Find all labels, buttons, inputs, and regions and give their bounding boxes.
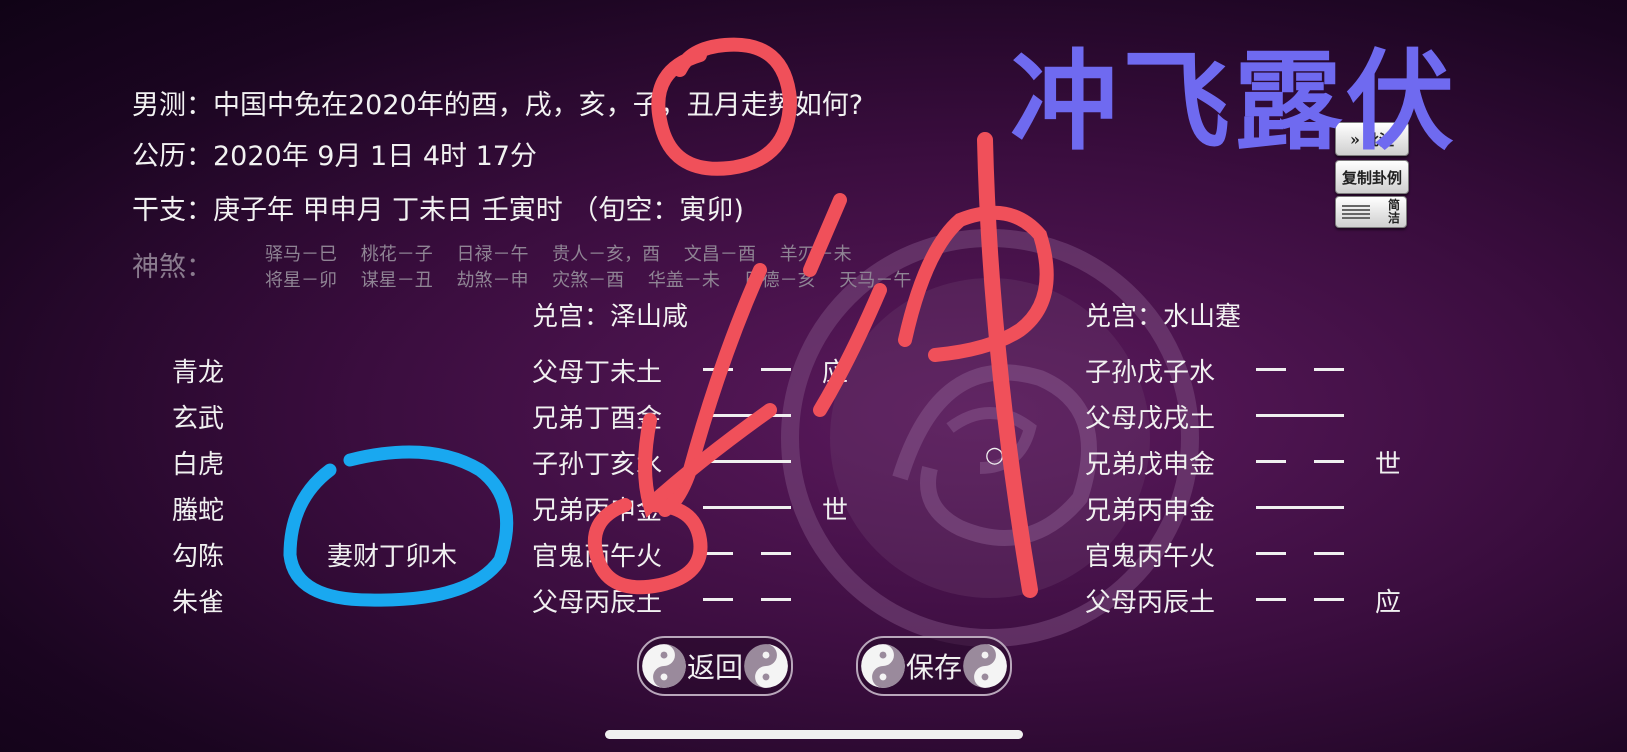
red-circle-bottom: [587, 498, 708, 595]
annotation-drawing: [283, 37, 1054, 607]
red-char-stroke: [898, 205, 1054, 362]
red-char-stroke: [803, 193, 847, 277]
red-circle-top: [651, 37, 798, 176]
blue-circle: [283, 445, 514, 607]
red-char-stroke: [813, 283, 887, 417]
